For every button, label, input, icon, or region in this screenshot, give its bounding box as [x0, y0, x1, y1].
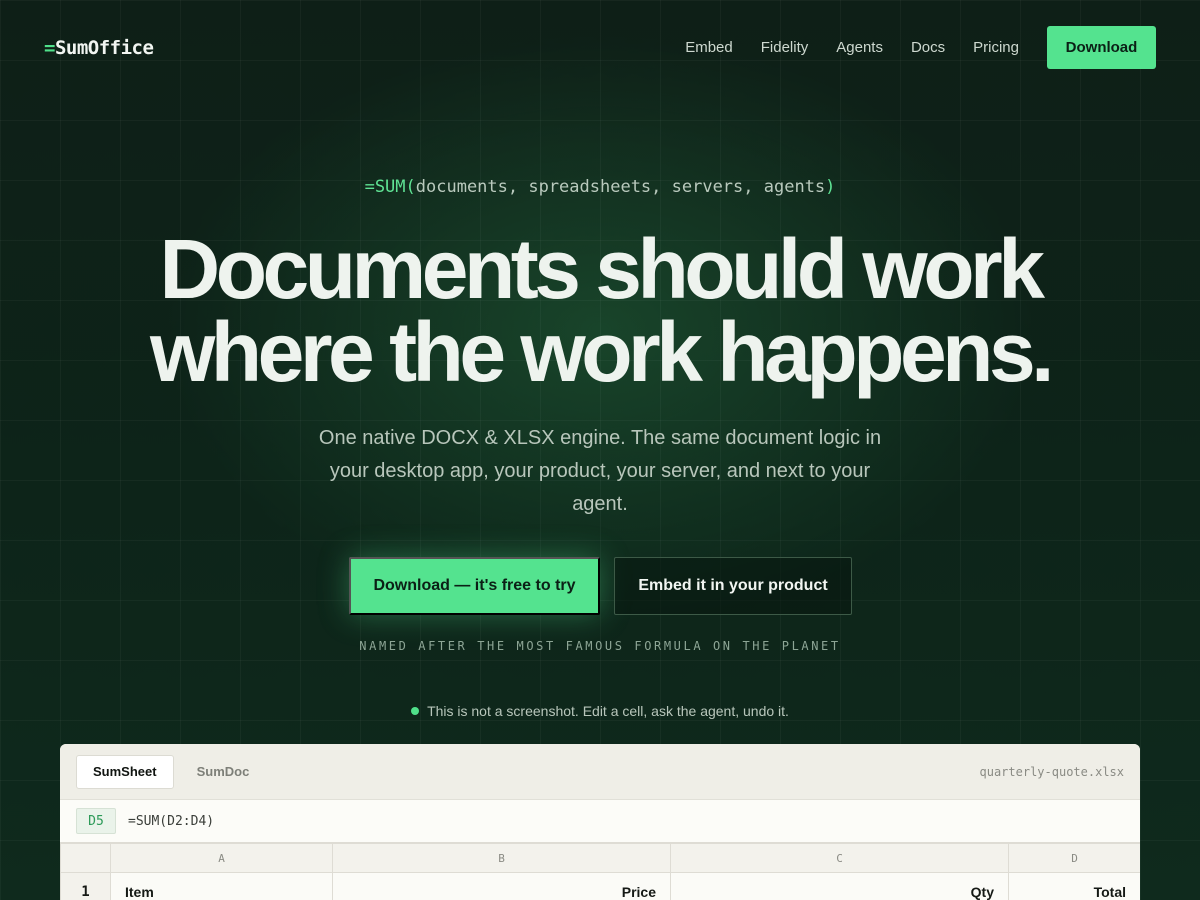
row-number[interactable]: 1	[60, 872, 111, 900]
column-header-c[interactable]: C	[670, 843, 1009, 873]
sheet-grid: A B C D 1 Item Price Qty Total	[60, 843, 1140, 900]
hero-tagline: NAMED AFTER THE MOST FAMOUS FORMULA ON T…	[359, 639, 841, 653]
file-name: quarterly-quote.xlsx	[979, 765, 1125, 779]
cell-a1[interactable]: Item	[110, 872, 333, 900]
nav-link-embed[interactable]: Embed	[685, 39, 733, 56]
notice-text: This is not a screenshot. Edit a cell, a…	[427, 703, 789, 719]
cell-c1[interactable]: Qty	[670, 872, 1009, 900]
nav-link-fidelity[interactable]: Fidelity	[761, 39, 809, 56]
cell-b1[interactable]: Price	[332, 872, 671, 900]
nav-link-pricing[interactable]: Pricing	[973, 39, 1019, 56]
spreadsheet-demo: SumSheet SumDoc quarterly-quote.xlsx D5 …	[60, 744, 1140, 900]
live-demo-notice: This is not a screenshot. Edit a cell, a…	[0, 703, 1200, 719]
demo-tab-bar: SumSheet SumDoc quarterly-quote.xlsx	[60, 744, 1140, 800]
cta-row: Download — it's free to try Embed it in …	[349, 557, 852, 615]
column-header-row: A B C D	[60, 843, 1140, 873]
headline-line-2: where the work happens.	[149, 305, 1055, 399]
headline-line-1: Documents should work	[159, 222, 1045, 316]
formula-close: )	[825, 177, 836, 197]
tab-sumsheet[interactable]: SumSheet	[76, 754, 174, 789]
column-header-b[interactable]: B	[332, 843, 671, 873]
cell-reference[interactable]: D5	[76, 808, 116, 834]
table-row: 1 Item Price Qty Total	[60, 872, 1140, 900]
logo-equals: =	[44, 36, 55, 59]
top-nav: =SumOffice Embed Fidelity Agents Docs Pr…	[44, 26, 1156, 69]
embed-product-button[interactable]: Embed it in your product	[614, 557, 852, 615]
hero-headline: Documents should work where the work hap…	[0, 222, 1200, 399]
tab-sumdoc[interactable]: SumDoc	[181, 755, 266, 789]
formula-arguments: documents, spreadsheets, servers, agents	[415, 177, 826, 197]
nav-links: Embed Fidelity Agents Docs Pricing Downl…	[657, 26, 1156, 69]
formula-input[interactable]: =SUM(D2:D4)	[128, 814, 214, 829]
logo-name: SumOffice	[54, 36, 154, 59]
corner-cell	[60, 843, 111, 873]
nav-link-agents[interactable]: Agents	[836, 39, 883, 56]
nav-download-button[interactable]: Download	[1047, 26, 1156, 69]
nav-link-docs[interactable]: Docs	[911, 39, 945, 56]
hero-subhead: One native DOCX & XLSX engine. The same …	[318, 427, 882, 515]
column-header-d[interactable]: D	[1008, 843, 1140, 873]
cell-d1[interactable]: Total	[1008, 872, 1140, 900]
column-header-a[interactable]: A	[110, 843, 333, 873]
logo[interactable]: =SumOffice	[44, 36, 154, 59]
formula-function: =SUM(	[364, 177, 416, 197]
hero-formula: =SUM(documents, spreadsheets, servers, a…	[0, 177, 1200, 197]
formula-bar: D5 =SUM(D2:D4)	[60, 800, 1140, 843]
download-free-button[interactable]: Download — it's free to try	[349, 557, 600, 615]
live-dot-icon	[411, 707, 420, 715]
